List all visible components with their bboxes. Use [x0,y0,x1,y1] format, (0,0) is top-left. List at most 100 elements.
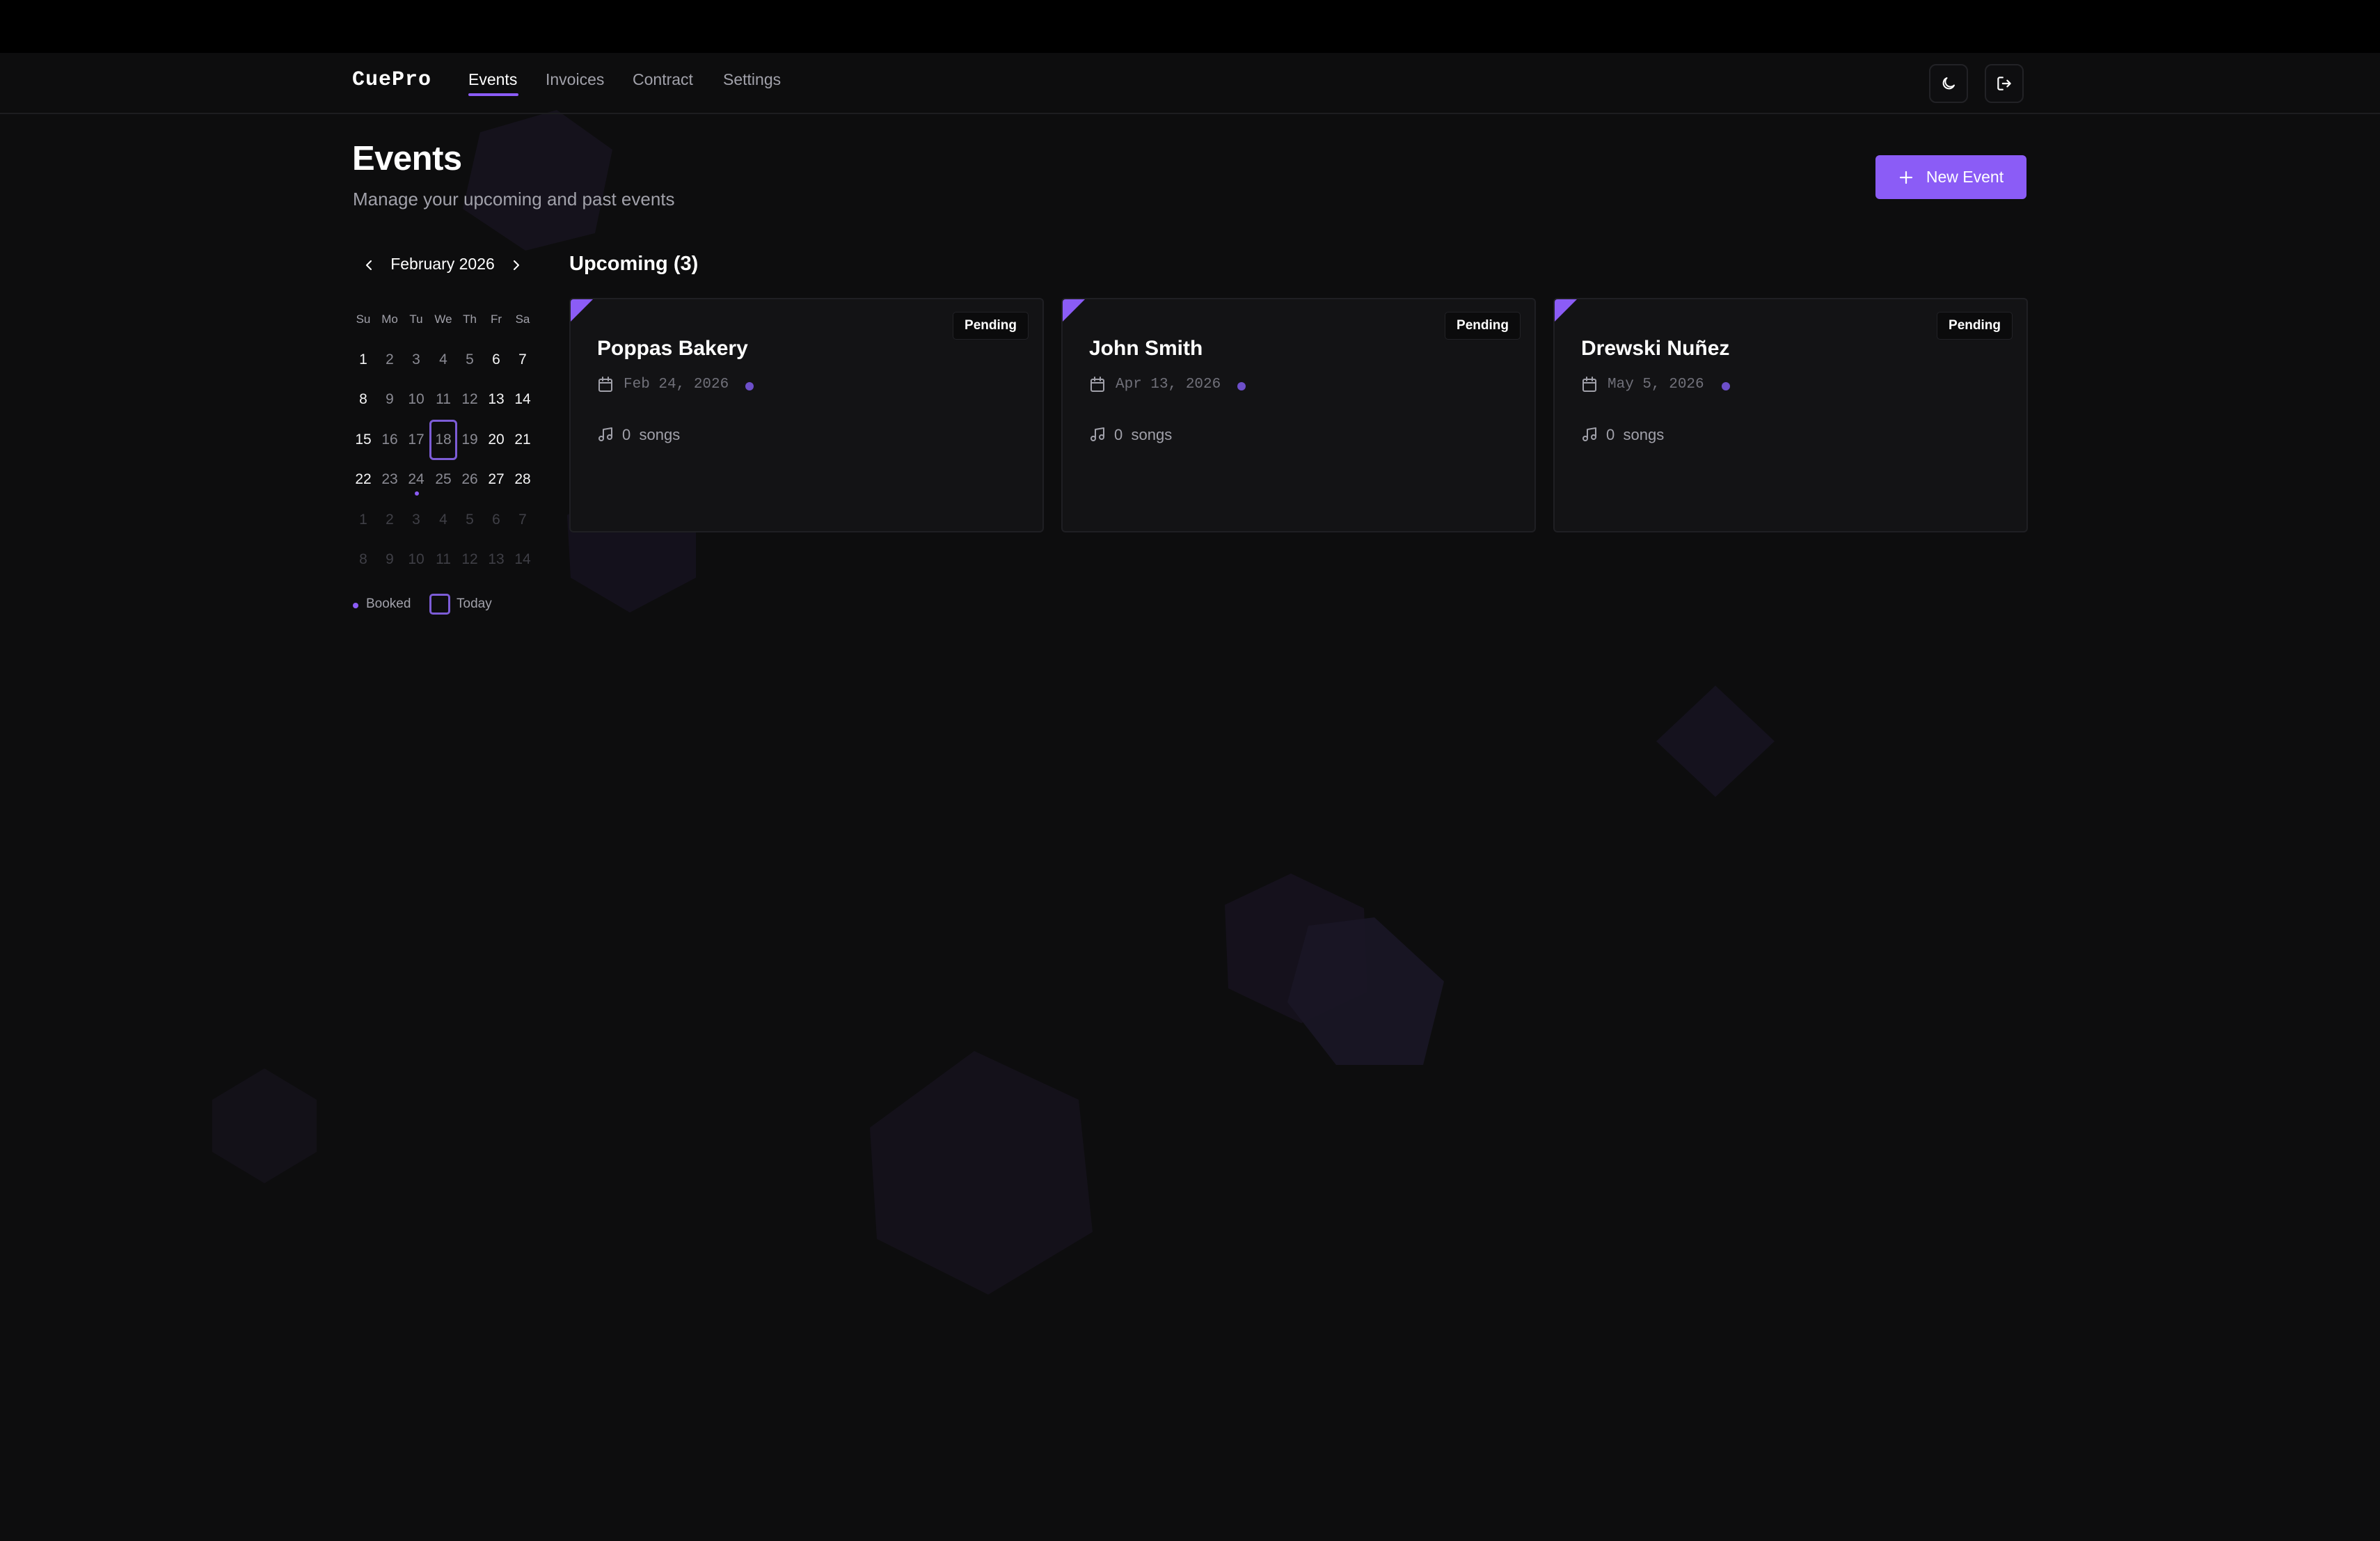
calendar-day[interactable]: 25 [430,470,457,489]
calendar-day[interactable]: 11 [430,390,457,409]
status-badge: Pending [1445,312,1521,340]
calendar-day[interactable]: 7 [509,350,536,370]
theme-toggle-button[interactable] [1929,64,1968,103]
background-hexagons [212,110,1775,1295]
calendar-day[interactable]: 2 [376,350,403,370]
event-date-dot [1237,382,1246,390]
new-event-label: New Event [1926,168,2004,186]
event-date-dot [745,382,754,390]
calendar-day[interactable]: 14 [509,390,536,409]
background-hexagon [1287,917,1444,1065]
calendar-weekday: Mo [381,313,398,326]
calendar-day-next-month[interactable]: 6 [483,510,509,530]
calendar-next-button[interactable] [507,256,525,274]
calendar-day[interactable]: 8 [350,390,376,409]
card-accent-corner [1555,299,1577,322]
calendar-icon [1582,377,1596,392]
calendar-day[interactable]: 9 [376,390,403,409]
upcoming-section-title: Upcoming (3) [569,253,699,275]
calendar-day-next-month[interactable]: 12 [457,550,483,569]
logout-icon [1997,77,2011,90]
calendar-today-marker [429,420,457,460]
calendar-day[interactable]: 28 [509,470,536,489]
event-songs: 0 songs [1606,426,1664,444]
calendar-day[interactable]: 20 [483,430,509,450]
event-name: Poppas Bakery [597,337,748,360]
songs-count: 0 [1114,426,1123,443]
nav-link-contract[interactable]: Contract [633,70,693,89]
nav-active-indicator [468,93,518,96]
calendar-day[interactable]: 24 [403,470,429,489]
calendar-weekday: We [434,313,452,326]
card-accent-corner [571,299,593,322]
calendar-icon [598,377,612,392]
event-card[interactable]: Pending John Smith Apr 13, 2026 0 songs [1061,298,1536,532]
event-name: John Smith [1089,337,1203,360]
event-songs: 0 songs [622,426,680,444]
calendar-day-next-month[interactable]: 7 [509,510,536,530]
calendar-day[interactable]: 27 [483,470,509,489]
event-date: Apr 13, 2026 [1116,377,1221,393]
calendar-booked-dot [415,491,419,496]
nav-link-settings[interactable]: Settings [723,70,781,89]
calendar-day-next-month[interactable]: 13 [483,550,509,569]
new-event-button[interactable]: New Event [1875,155,2026,199]
status-badge: Pending [1937,312,2013,340]
legend-booked-dot [353,603,358,608]
music-note-icon [1090,427,1104,441]
calendar-day-next-month[interactable]: 2 [376,510,403,530]
app-root: CuePro Events Invoices Contract Settings… [0,0,2380,1541]
event-date: Feb 24, 2026 [624,377,729,393]
nav-link-invoices[interactable]: Invoices [546,70,604,89]
status-badge: Pending [953,312,1029,340]
calendar-day[interactable]: 10 [403,390,429,409]
calendar-day[interactable]: 13 [483,390,509,409]
calendar-day[interactable]: 12 [457,390,483,409]
plus-icon [1899,171,1912,184]
calendar-day[interactable]: 5 [457,350,483,370]
calendar-day-next-month[interactable]: 3 [403,510,429,530]
calendar-day-next-month[interactable]: 1 [350,510,376,530]
music-note-icon [598,427,612,441]
logout-button[interactable] [1985,64,2024,103]
app-logo[interactable]: CuePro [352,68,431,92]
calendar-day-next-month[interactable]: 14 [509,550,536,569]
page-subtitle: Manage your upcoming and past events [353,189,675,210]
event-card[interactable]: Pending Drewski Nuñez May 5, 2026 0 song… [1553,298,2028,532]
calendar-day[interactable]: 4 [430,350,457,370]
calendar-day[interactable]: 1 [350,350,376,370]
calendar-weekday: Tu [409,313,423,326]
calendar-day[interactable]: 26 [457,470,483,489]
calendar-day-next-month[interactable]: 9 [376,550,403,569]
calendar-day-next-month[interactable]: 5 [457,510,483,530]
calendar-day[interactable]: 23 [376,470,403,489]
background-hexagon [870,1051,1093,1295]
event-songs: 0 songs [1114,426,1172,444]
calendar-day-next-month[interactable]: 8 [350,550,376,569]
chevron-right-icon [514,260,519,270]
event-date-dot [1722,382,1730,390]
songs-label: songs [1131,426,1173,443]
calendar-day[interactable]: 15 [350,430,376,450]
background-hexagon [463,110,612,251]
calendar-day[interactable]: 3 [403,350,429,370]
page-title: Events [352,140,462,177]
nav-link-events[interactable]: Events [468,70,517,89]
calendar-day-next-month[interactable]: 10 [403,550,429,569]
songs-count: 0 [622,426,631,443]
event-date: May 5, 2026 [1608,377,1704,393]
calendar-day-next-month[interactable]: 11 [430,550,457,569]
calendar-day[interactable]: 19 [457,430,483,450]
calendar-weekday: Su [356,313,371,326]
legend-booked-label: Booked [366,596,411,611]
legend-today-box [429,594,450,615]
calendar-month-label: February 2026 [390,255,495,273]
songs-label: songs [1623,426,1665,443]
calendar-day[interactable]: 17 [403,430,429,450]
calendar-day[interactable]: 16 [376,430,403,450]
calendar-day-next-month[interactable]: 4 [430,510,457,530]
calendar-day[interactable]: 6 [483,350,509,370]
event-card[interactable]: Pending Poppas Bakery Feb 24, 2026 0 son… [569,298,1044,532]
calendar-day[interactable]: 21 [509,430,536,450]
calendar-day[interactable]: 22 [350,470,376,489]
